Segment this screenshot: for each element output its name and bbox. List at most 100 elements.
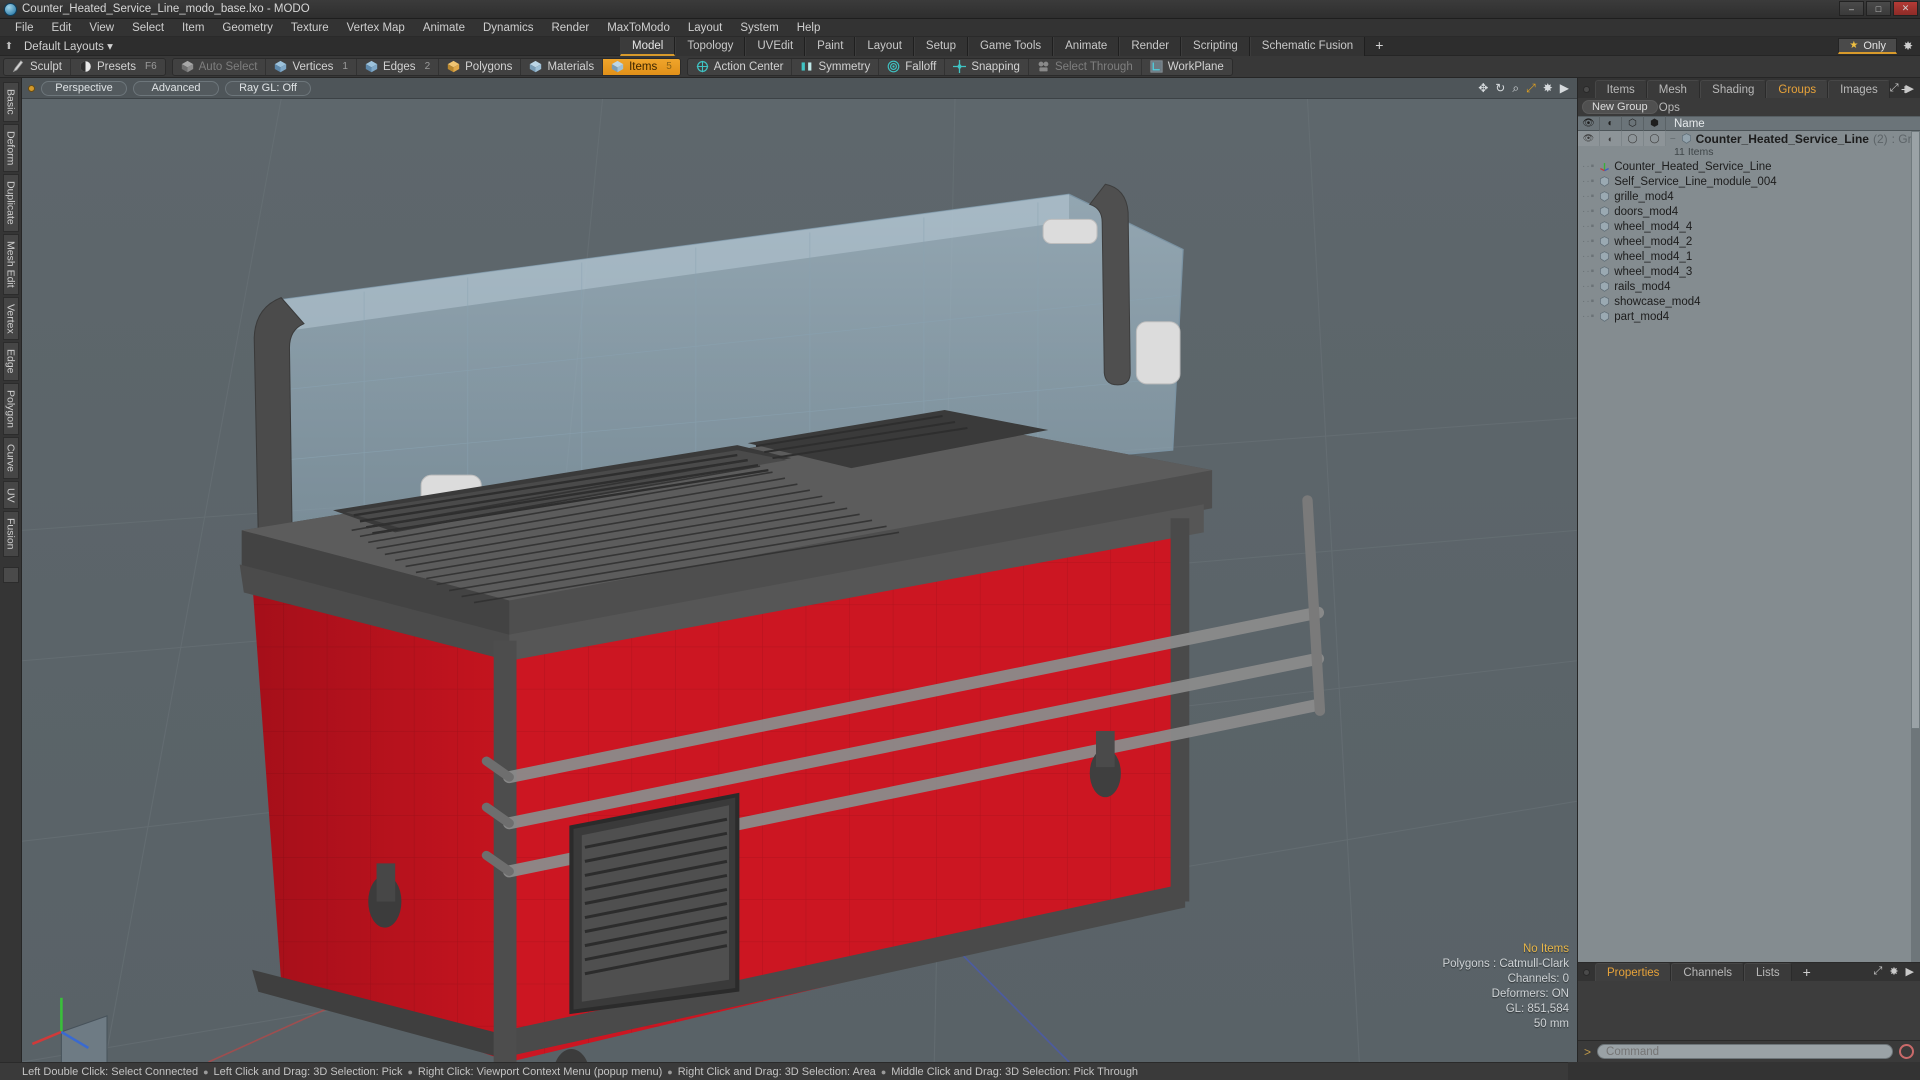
bottom-tab-channels[interactable]: Channels <box>1671 963 1744 981</box>
layout-tab-render[interactable]: Render <box>1119 37 1181 56</box>
move-icon[interactable]: ✥ <box>1478 80 1488 96</box>
right-tab-shading[interactable]: Shading <box>1700 80 1766 98</box>
tree-item-row[interactable]: ··▪showcase_mod4 <box>1578 294 1920 309</box>
tree-item-row[interactable]: ··▪part_mod4 <box>1578 309 1920 324</box>
wireframe-icon[interactable]: ◯ <box>1622 131 1644 146</box>
layout-tab-uvedit[interactable]: UVEdit <box>745 37 805 56</box>
layout-tab-topology[interactable]: Topology <box>675 37 745 56</box>
toolbar-button-sculpt[interactable]: Sculpt <box>4 58 71 76</box>
menu-item-file[interactable]: File <box>6 19 43 37</box>
tree-item-row[interactable]: ··▪Counter_Heated_Service_Line <box>1578 159 1920 174</box>
render-icon[interactable]: ◐ <box>1600 131 1622 146</box>
left-tool-tab-duplicate[interactable]: Duplicate <box>3 174 19 232</box>
menu-item-animate[interactable]: Animate <box>414 19 474 37</box>
minimize-button[interactable]: – <box>1839 1 1864 16</box>
toolbar-button-presets[interactable]: PresetsF6 <box>71 58 165 76</box>
item-tree-body[interactable]: 👁 ◐ ◯ ◯ – Counter_Heated_Service_Line (2… <box>1578 131 1920 962</box>
shade-icon[interactable]: ◯ <box>1644 131 1666 146</box>
left-tool-tab-curve[interactable]: Curve <box>3 437 19 479</box>
eye-icon[interactable]: 👁 <box>1578 116 1600 131</box>
toolbar-button-snapping[interactable]: Snapping <box>945 58 1029 76</box>
add-layout-tab-button[interactable]: + <box>1365 37 1393 56</box>
tree-item-row[interactable]: ··▪wheel_mod4_2 <box>1578 234 1920 249</box>
toolbar-button-materials[interactable]: Materials <box>521 58 603 76</box>
toolbar-button-edges[interactable]: Edges2 <box>357 58 439 76</box>
zoom-icon[interactable]: ⌕ <box>1512 80 1519 96</box>
wireframe-icon[interactable]: ⬡ <box>1622 116 1644 131</box>
menu-item-vertex-map[interactable]: Vertex Map <box>338 19 414 37</box>
toolbar-button-items[interactable]: Items5 <box>603 58 680 76</box>
menu-item-texture[interactable]: Texture <box>282 19 338 37</box>
layout-tab-animate[interactable]: Animate <box>1053 37 1119 56</box>
left-tool-tab-mesh-edit[interactable]: Mesh Edit <box>3 234 19 295</box>
chevron-right-icon[interactable]: ▶ <box>1560 80 1569 96</box>
left-tool-tab-fusion[interactable]: Fusion <box>3 511 19 557</box>
toolbar-button-action-center[interactable]: Action Center <box>688 58 793 76</box>
menu-item-select[interactable]: Select <box>123 19 173 37</box>
menu-item-edit[interactable]: Edit <box>43 19 81 37</box>
left-tool-tab-deform[interactable]: Deform <box>3 124 19 172</box>
layout-tab-model[interactable]: Model <box>620 37 675 56</box>
menu-item-render[interactable]: Render <box>542 19 598 37</box>
layout-tab-setup[interactable]: Setup <box>914 37 968 56</box>
expand-icon[interactable]: ⤢ <box>1890 82 1899 95</box>
fit-icon[interactable]: ⤢ <box>1526 80 1536 96</box>
right-tab-items[interactable]: Items <box>1595 80 1647 98</box>
maximize-button[interactable]: □ <box>1866 1 1891 16</box>
viewport-shading-mode[interactable]: Advanced <box>133 81 219 96</box>
gear-icon[interactable]: ✸ <box>1543 80 1553 96</box>
only-button[interactable]: ★ Only <box>1838 38 1897 54</box>
new-group-button[interactable]: New Group <box>1582 100 1658 114</box>
toolbar-button-select-through[interactable]: Select Through <box>1029 58 1142 76</box>
viewport-view-mode[interactable]: Perspective <box>41 81 127 96</box>
viewport-raygl-toggle[interactable]: Ray GL: Off <box>225 81 311 96</box>
toolbar-button-falloff[interactable]: Falloff <box>879 58 945 76</box>
tree-item-row[interactable]: ··▪wheel_mod4_4 <box>1578 219 1920 234</box>
toolbar-button-polygons[interactable]: Polygons <box>439 58 521 76</box>
render-icon[interactable]: ◐ <box>1600 116 1622 131</box>
3d-viewport[interactable]: No Items Polygons : Catmull-Clark Channe… <box>22 99 1577 1062</box>
right-tab-images[interactable]: Images <box>1828 80 1890 98</box>
bottom-tab-lists[interactable]: Lists <box>1744 963 1792 981</box>
left-tool-tab-vertex[interactable]: Vertex <box>3 297 19 341</box>
close-button[interactable]: ✕ <box>1893 1 1918 16</box>
menu-item-geometry[interactable]: Geometry <box>213 19 282 37</box>
menu-item-maxtomodo[interactable]: MaxToModo <box>598 19 679 37</box>
tree-item-row[interactable]: ··▪wheel_mod4_3 <box>1578 264 1920 279</box>
menu-item-system[interactable]: System <box>731 19 787 37</box>
add-bottom-tab-button[interactable]: + <box>1792 963 1822 981</box>
chevron-right-icon[interactable]: ▶ <box>1906 82 1914 95</box>
rotate-icon[interactable]: ↻ <box>1495 80 1505 96</box>
layout-tab-scripting[interactable]: Scripting <box>1181 37 1250 56</box>
command-input[interactable] <box>1597 1044 1893 1059</box>
chevron-right-icon[interactable]: ▶ <box>1906 965 1914 978</box>
right-tab-mesh-ops[interactable]: Mesh Ops <box>1647 80 1700 98</box>
tree-item-row[interactable]: ··▪rails_mod4 <box>1578 279 1920 294</box>
pin-up-icon[interactable]: ⬆ <box>0 41 18 52</box>
toolbar-button-vertices[interactable]: Vertices1 <box>266 58 356 76</box>
layout-tab-schematic-fusion[interactable]: Schematic Fusion <box>1250 37 1365 56</box>
left-tool-tab-uv[interactable]: UV <box>3 481 19 510</box>
eye-icon[interactable]: 👁 <box>1578 131 1600 146</box>
record-circle-icon[interactable] <box>1899 1044 1914 1059</box>
menu-item-dynamics[interactable]: Dynamics <box>474 19 542 37</box>
gear-icon[interactable]: ✸ <box>1900 38 1916 54</box>
toolbar-button-auto-select[interactable]: Auto Select <box>173 58 267 76</box>
left-tool-tab-edge[interactable]: Edge <box>3 342 19 381</box>
menu-item-layout[interactable]: Layout <box>679 19 732 37</box>
tree-item-row[interactable]: ··▪doors_mod4 <box>1578 204 1920 219</box>
default-layouts-dropdown[interactable]: Default Layouts ▾ <box>18 39 119 53</box>
left-tool-tab-polygon[interactable]: Polygon <box>3 383 19 435</box>
layout-tab-paint[interactable]: Paint <box>805 37 855 56</box>
tree-group-row[interactable]: 👁 ◐ ◯ ◯ – Counter_Heated_Service_Line (2… <box>1578 131 1920 146</box>
layout-tab-game-tools[interactable]: Game Tools <box>968 37 1053 56</box>
menu-item-help[interactable]: Help <box>788 19 830 37</box>
shade-icon[interactable]: ⬢ <box>1644 116 1666 131</box>
tree-item-row[interactable]: ··▪wheel_mod4_1 <box>1578 249 1920 264</box>
menu-item-view[interactable]: View <box>80 19 123 37</box>
right-tab-groups[interactable]: Groups <box>1766 80 1828 98</box>
menu-item-item[interactable]: Item <box>173 19 213 37</box>
expand-icon[interactable]: ⤢ <box>1874 965 1883 978</box>
layout-tab-layout[interactable]: Layout <box>855 37 914 56</box>
tree-item-row[interactable]: ··▪Self_Service_Line_module_004 <box>1578 174 1920 189</box>
